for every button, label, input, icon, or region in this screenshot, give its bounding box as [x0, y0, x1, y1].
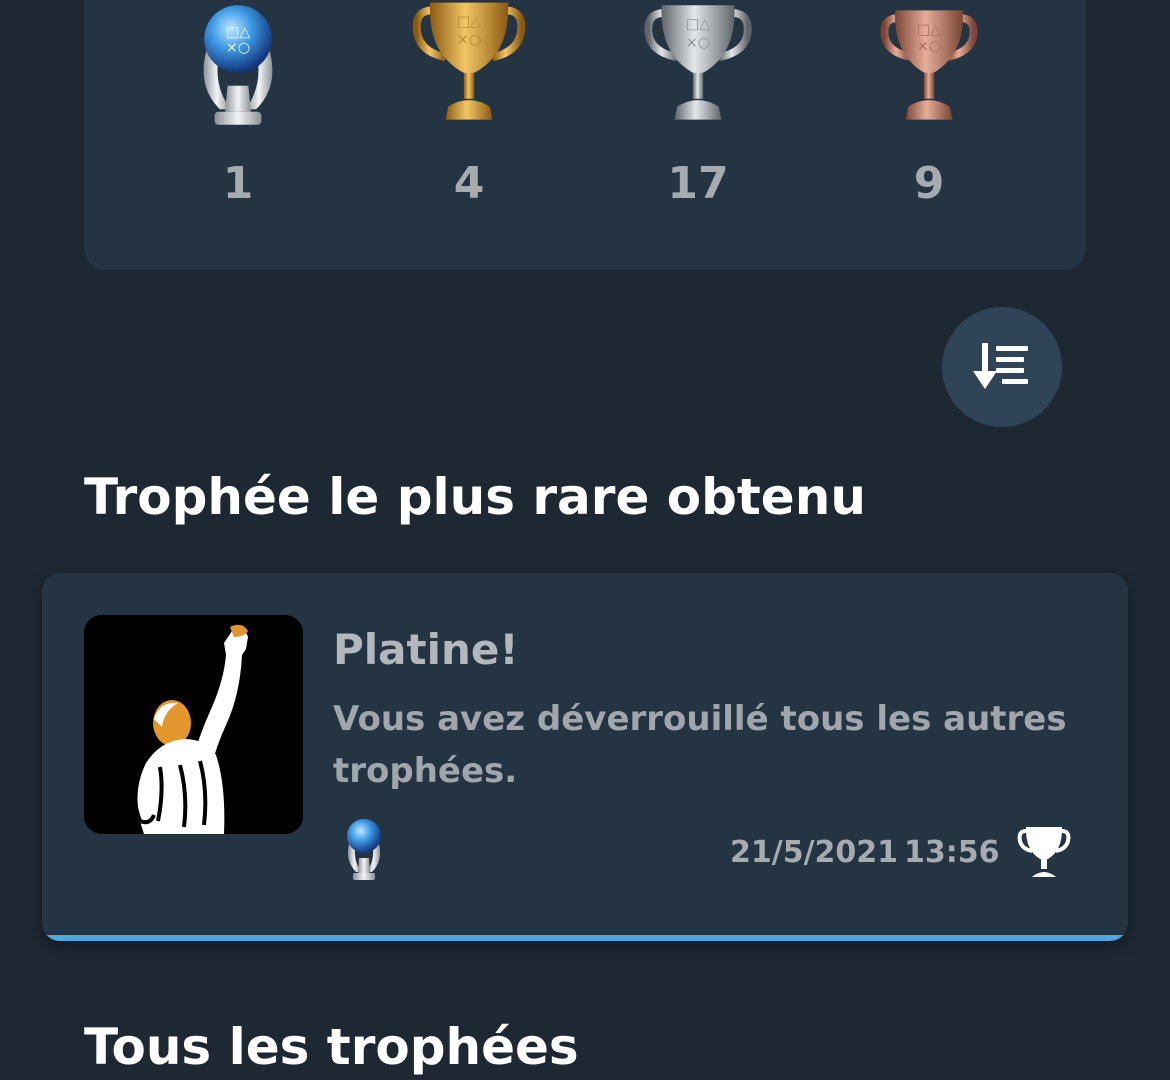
- platinum-count: 1: [222, 158, 254, 209]
- svg-text:×○: ×○: [226, 40, 250, 56]
- bronze-trophy-icon: □△ ×○: [880, 10, 978, 120]
- svg-text:□△: □△: [226, 24, 250, 40]
- svg-text:×○: ×○: [457, 32, 481, 48]
- platinum-trophy-icon: □△ ×○: [203, 5, 273, 125]
- silver-count: 17: [667, 158, 729, 209]
- trophy-name: Platine!: [333, 625, 519, 674]
- gold-trophy-icon: □△ ×○: [412, 2, 526, 120]
- rarest-trophy-card[interactable]: Platine! Vous avez déverrouillé tous les…: [42, 573, 1128, 941]
- sort-button[interactable]: [942, 307, 1062, 427]
- svg-text:□△: □△: [917, 22, 941, 38]
- svg-text:□△: □△: [686, 17, 710, 33]
- earned-date: 21/5/2021: [730, 835, 899, 870]
- silver-trophy-icon: □△ ×○: [644, 5, 752, 120]
- trophy-artwork: [84, 615, 303, 834]
- fist-raised-silhouette-image: [84, 615, 303, 834]
- silver-trophy-summary: □△ ×○ 17: [618, 0, 778, 250]
- platinum-trophy-summary: □△ ×○ 1: [158, 0, 318, 250]
- platinum-trophy-icon: [347, 819, 381, 880]
- earned-time: 13:56: [904, 835, 1000, 870]
- trophy-earned-icon: [1017, 827, 1071, 877]
- trophy-summary-card: □△ ×○ 1 □△ ×○ 4 □△ ×○ 17 □△ ×○ 9: [84, 0, 1086, 270]
- trophy-description: Vous avez déverrouillé tous les autres t…: [333, 699, 1067, 791]
- svg-text:□△: □△: [457, 14, 481, 30]
- bronze-trophy-summary: □△ ×○ 9: [849, 0, 1009, 250]
- rarest-trophy-heading: Trophée le plus rare obtenu: [84, 468, 866, 526]
- gold-trophy-summary: □△ ×○ 4: [389, 0, 549, 250]
- all-trophies-heading: Tous les trophées: [84, 1018, 579, 1076]
- svg-text:×○: ×○: [917, 39, 941, 55]
- bronze-count: 9: [913, 158, 945, 209]
- card-accent-bar: [42, 935, 1128, 941]
- sort-descending-icon: [973, 343, 1028, 389]
- gold-count: 4: [453, 158, 485, 209]
- svg-text:×○: ×○: [686, 35, 710, 51]
